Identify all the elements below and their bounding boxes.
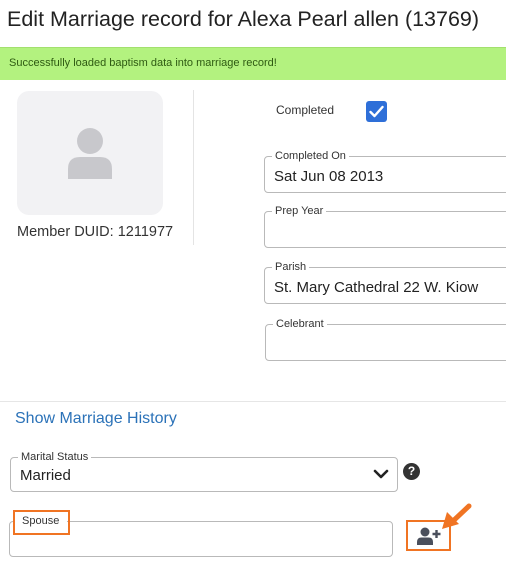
celebrant-label: Celebrant: [273, 317, 327, 331]
alert-message: Successfully loaded baptism data into ma…: [9, 57, 277, 69]
member-duid: Member DUID: 1211977: [17, 224, 174, 240]
prep-year-field[interactable]: Prep Year: [264, 204, 506, 248]
celebrant-field[interactable]: Celebrant: [265, 317, 506, 361]
show-marriage-history-link[interactable]: Show Marriage History: [15, 410, 177, 428]
success-alert: Successfully loaded baptism data into ma…: [0, 47, 506, 80]
marital-status-select[interactable]: Marital Status Married: [10, 450, 398, 492]
help-icon[interactable]: ?: [403, 463, 420, 480]
completed-on-label: Completed On: [272, 149, 349, 163]
annotation-arrow-icon: [442, 503, 472, 529]
parish-field[interactable]: Parish St. Mary Cathedral 22 W. Kiow: [264, 260, 506, 304]
parish-label: Parish: [272, 260, 310, 274]
parish-value[interactable]: St. Mary Cathedral 22 W. Kiow: [274, 279, 478, 296]
user-silhouette-icon: [68, 128, 112, 179]
prep-year-label: Prep Year: [272, 204, 327, 218]
completed-on-field[interactable]: Completed On Sat Jun 08 2013: [264, 149, 506, 193]
avatar: [17, 91, 163, 215]
spouse-label: Spouse: [22, 515, 60, 527]
marital-status-value: Married: [20, 467, 71, 484]
chevron-down-icon: [373, 469, 389, 479]
vertical-divider: [193, 90, 194, 245]
page-title: Edit Marriage record for Alexa Pearl all…: [7, 7, 480, 31]
completed-checkbox[interactable]: [366, 101, 387, 122]
checkmark-icon: [369, 105, 384, 118]
completed-label: Completed: [276, 103, 335, 117]
section-divider: [0, 401, 506, 402]
completed-on-value[interactable]: Sat Jun 08 2013: [274, 168, 383, 185]
marital-status-label: Marital Status: [18, 450, 92, 464]
